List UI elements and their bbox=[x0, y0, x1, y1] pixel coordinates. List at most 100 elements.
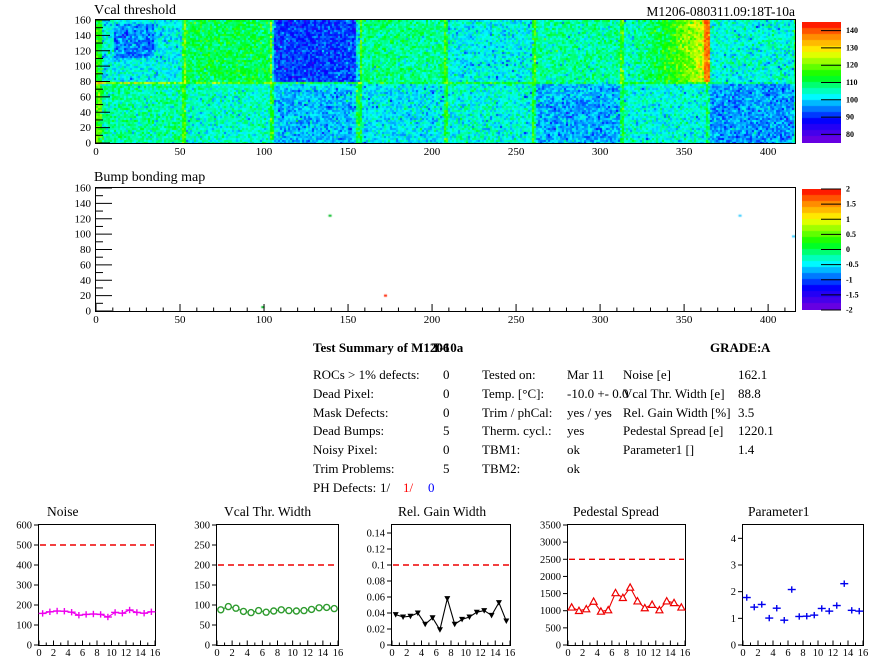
y-tick-label: 120 bbox=[75, 45, 92, 57]
x-tick-label: 4 bbox=[65, 648, 71, 659]
y-tick-label: 100 bbox=[75, 229, 92, 241]
y-tick-label: 0.02 bbox=[367, 625, 385, 636]
x-tick-label: 2 bbox=[580, 648, 585, 659]
x-tick-label: 8 bbox=[275, 648, 280, 659]
y-tick-label: 2500 bbox=[540, 555, 561, 566]
colorbar-ticks: 80 90 100 110 120 130 140 bbox=[821, 26, 858, 139]
colorbar-tick-label: 0 bbox=[846, 245, 850, 254]
y-tick-label: 160 bbox=[75, 183, 92, 195]
x-tick-label: 2 bbox=[230, 648, 235, 659]
y-tick-label: 0.12 bbox=[367, 545, 385, 556]
vcal-map-axes: 0204060801001201401600 50 100 150 200 250 300 3… bbox=[75, 15, 796, 158]
colorbar-ticks: -2 -1.5 -1 -0.5 0 0.5 1 1.5 2 bbox=[821, 185, 859, 315]
x-tick-label: 14 bbox=[843, 648, 854, 659]
x-tick-label: 0 bbox=[36, 648, 41, 659]
pedestal-spread-plot: 05001000150020002500300035000 2 4 6 8 10 12 14 1… bbox=[540, 521, 690, 660]
y-tick-label: 500 bbox=[545, 623, 561, 634]
x-tick-label: 50 bbox=[175, 146, 187, 158]
x-tick-label: 0 bbox=[565, 648, 570, 659]
y-tick-label: 20 bbox=[80, 122, 92, 134]
x-tick-label: 12 bbox=[121, 648, 132, 659]
x-tick-label: 100 bbox=[256, 146, 273, 158]
x-tick-label: 4 bbox=[419, 648, 425, 659]
x-tick-label: 200 bbox=[424, 146, 441, 158]
y-tick-label: 2000 bbox=[540, 572, 561, 583]
axes-overlay: 8090100110120130140-2-1.5-1-0.500.511.52… bbox=[16, 15, 869, 660]
colorbar-tick-label: -1 bbox=[846, 275, 853, 284]
x-tick-label: 6 bbox=[80, 648, 85, 659]
y-tick-label: 1500 bbox=[540, 589, 561, 600]
y-tick-label: 3 bbox=[731, 561, 736, 572]
y-tick-label: 160 bbox=[75, 15, 92, 27]
y-tick-label: 60 bbox=[80, 259, 92, 271]
x-tick-label: 2 bbox=[51, 648, 56, 659]
y-tick-label: 0.14 bbox=[367, 529, 386, 540]
y-tick-label: 0 bbox=[86, 306, 92, 318]
x-tick-label: 16 bbox=[505, 648, 516, 659]
x-tick-label: 0 bbox=[389, 648, 394, 659]
x-tick-label: 6 bbox=[609, 648, 614, 659]
colorbar-tick-label: -2 bbox=[846, 306, 853, 315]
x-tick-label: 300 bbox=[592, 146, 609, 158]
y-tick-label: 200 bbox=[194, 561, 210, 572]
y-tick-label: 1000 bbox=[540, 606, 561, 617]
x-tick-label: 4 bbox=[770, 648, 776, 659]
y-tick-label: 200 bbox=[16, 601, 32, 612]
x-tick-label: 0 bbox=[93, 146, 99, 158]
x-tick-label: 350 bbox=[676, 146, 693, 158]
x-tick-label: 4 bbox=[245, 648, 251, 659]
x-tick-label: 12 bbox=[651, 648, 662, 659]
x-tick-label: 400 bbox=[760, 314, 777, 326]
colorbar-tick-label: -1.5 bbox=[846, 290, 859, 299]
x-tick-label: 10 bbox=[287, 648, 298, 659]
y-tick-label: 300 bbox=[16, 581, 32, 592]
x-tick-label: 14 bbox=[318, 648, 329, 659]
y-tick-label: 80 bbox=[80, 244, 92, 256]
parameter1-plot: 012340 2 4 6 8 10 12 14 16 bbox=[731, 524, 869, 659]
x-tick-label: 250 bbox=[508, 146, 525, 158]
colorbar-tick-label: 2 bbox=[846, 185, 850, 194]
y-tick-label: 500 bbox=[16, 541, 32, 552]
x-tick-label: 10 bbox=[106, 648, 117, 659]
y-tick-label: 0 bbox=[205, 641, 210, 652]
x-tick-label: 8 bbox=[94, 648, 99, 659]
y-tick-label: 40 bbox=[80, 275, 92, 287]
y-tick-label: 120 bbox=[75, 213, 92, 225]
x-tick-label: 8 bbox=[624, 648, 629, 659]
y-tick-label: 150 bbox=[194, 581, 210, 592]
y-tick-label: 3500 bbox=[540, 521, 561, 532]
rel-gain-width-plot: 00.020.040.060.080.10.120.140 2 4 6 8 10 12 14 1… bbox=[367, 524, 516, 659]
vcal-thr-width-plot: 0501001502002503000 2 4 6 8 10 12 14 16 bbox=[194, 521, 343, 660]
x-tick-label: 400 bbox=[760, 146, 777, 158]
x-tick-label: 16 bbox=[680, 648, 691, 659]
x-tick-label: 200 bbox=[424, 314, 441, 326]
x-tick-label: 150 bbox=[340, 314, 357, 326]
y-tick-label: 3000 bbox=[540, 538, 561, 549]
y-tick-label: 400 bbox=[16, 561, 32, 572]
colorbar-tick-label: 130 bbox=[846, 43, 858, 52]
y-tick-label: 80 bbox=[80, 76, 92, 88]
x-tick-label: 6 bbox=[785, 648, 790, 659]
colorbar-tick-label: 0.5 bbox=[846, 230, 856, 239]
y-tick-label: 0 bbox=[27, 641, 32, 652]
noise-plot: 01002003004005006000 2 4 6 8 10 12 14 16 bbox=[16, 521, 160, 660]
x-tick-label: 8 bbox=[800, 648, 805, 659]
colorbar-tick-label: 100 bbox=[846, 95, 858, 104]
x-tick-label: 16 bbox=[858, 648, 869, 659]
y-tick-label: 0.1 bbox=[372, 561, 385, 572]
colorbar-tick-label: 1 bbox=[846, 215, 850, 224]
y-tick-label: 50 bbox=[200, 621, 211, 632]
colorbar-tick-label: 1.5 bbox=[846, 200, 856, 209]
x-tick-label: 12 bbox=[303, 648, 314, 659]
y-tick-label: 100 bbox=[16, 621, 32, 632]
x-tick-label: 0 bbox=[214, 648, 219, 659]
x-tick-label: 250 bbox=[508, 314, 525, 326]
y-tick-label: 40 bbox=[80, 107, 92, 119]
y-tick-label: 60 bbox=[80, 91, 92, 103]
colorbar-tick-label: 90 bbox=[846, 113, 854, 122]
x-tick-label: 6 bbox=[260, 648, 265, 659]
x-tick-label: 4 bbox=[595, 648, 601, 659]
x-tick-label: 12 bbox=[475, 648, 486, 659]
module-test-report: Vcal threshold M1206-080311.09:18T-10a B… bbox=[0, 0, 896, 672]
x-tick-label: 2 bbox=[404, 648, 409, 659]
